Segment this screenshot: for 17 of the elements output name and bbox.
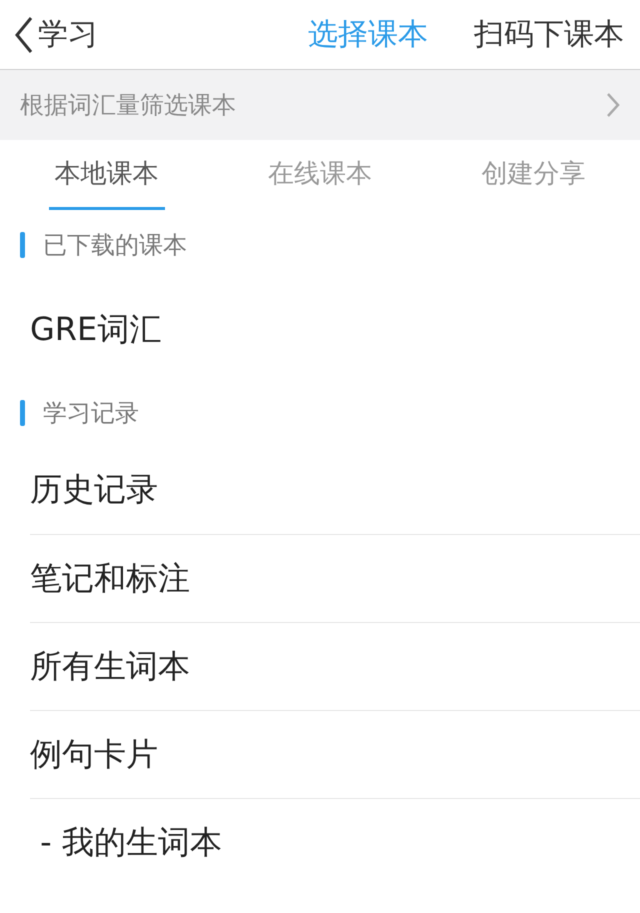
section-title: 学习记录	[43, 398, 139, 429]
back-icon	[14, 16, 34, 54]
back-button[interactable]: 学习	[14, 14, 98, 55]
filter-label: 根据词汇量筛选课本	[20, 90, 236, 121]
tab[interactable]: 本地课本	[48, 140, 165, 210]
list-item[interactable]: 所有生词本	[30, 622, 640, 710]
list-item[interactable]: GRE词汇	[30, 280, 640, 380]
section-title: 已下载的课本	[43, 230, 187, 261]
list-item[interactable]: - 我的生词本	[30, 798, 640, 886]
section-marker	[20, 232, 25, 258]
nav-tab[interactable]: 扫码下课本	[474, 14, 624, 55]
section-marker	[20, 400, 25, 426]
back-label: 学习	[38, 16, 98, 54]
list-item[interactable]: 历史记录	[30, 446, 640, 534]
list-item[interactable]: 例句卡片	[30, 710, 640, 798]
list-item[interactable]: 笔记和标注	[30, 534, 640, 622]
chevron-right-icon	[606, 92, 620, 118]
